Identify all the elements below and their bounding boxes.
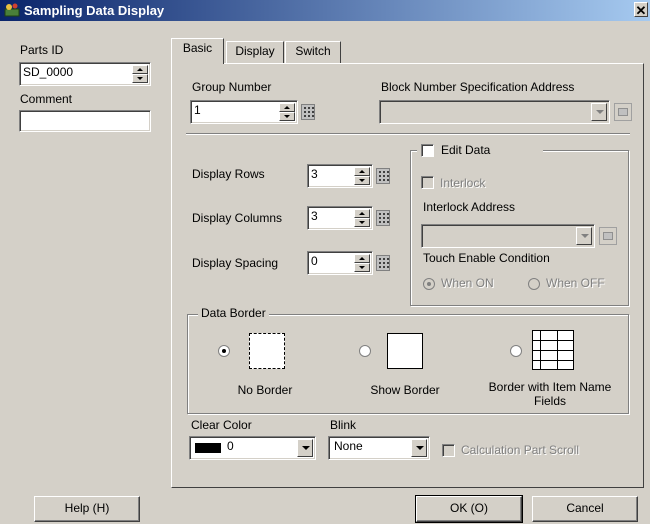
display-spacing-field[interactable]: 0	[307, 251, 373, 275]
help-button[interactable]: Help (H)	[34, 496, 140, 522]
clear-color-label: Clear Color	[191, 418, 252, 432]
item-name-border-preview	[532, 330, 574, 370]
group-number-spinner[interactable]	[279, 103, 295, 121]
group-number-field[interactable]: 1	[190, 100, 298, 124]
app-icon	[4, 3, 20, 17]
spin-down-button[interactable]	[354, 218, 370, 227]
display-columns-spinner[interactable]	[354, 209, 370, 227]
comment-label: Comment	[20, 92, 73, 106]
chevron-down-icon[interactable]	[297, 439, 313, 457]
display-spacing-value: 0	[311, 254, 318, 268]
display-spacing-spinner[interactable]	[354, 254, 370, 272]
keypad-icon[interactable]	[301, 104, 315, 120]
blink-value: None	[334, 439, 363, 453]
display-rows-spinner[interactable]	[354, 167, 370, 185]
keypad-icon[interactable]	[376, 168, 390, 184]
display-rows-value: 3	[311, 167, 318, 181]
touch-condition-label: Touch Enable Condition	[423, 251, 550, 265]
show-border-preview	[387, 333, 423, 369]
blink-label: Blink	[330, 418, 357, 432]
spin-down-button[interactable]	[354, 263, 370, 272]
interlock-checkbox[interactable]	[421, 176, 434, 189]
display-rows-label: Display Rows	[192, 167, 265, 181]
divider	[186, 133, 630, 135]
clear-color-value: 0	[227, 439, 234, 453]
spin-down-button[interactable]	[132, 74, 148, 83]
edit-data-checkbox[interactable]	[421, 144, 434, 157]
spin-down-button[interactable]	[279, 112, 295, 121]
edit-data-label: Edit Data	[441, 143, 491, 157]
window-title: Sampling Data Display	[24, 3, 165, 18]
close-icon[interactable]: ✕	[634, 2, 648, 18]
interlock-address-dropdown[interactable]	[421, 224, 595, 248]
parts-id-field[interactable]: SD_0000	[19, 62, 151, 86]
address-browse-icon[interactable]	[599, 227, 617, 245]
title-bar[interactable]: Sampling Data Display ✕	[0, 0, 650, 21]
display-rows-field[interactable]: 3	[307, 164, 373, 188]
display-columns-value: 3	[311, 209, 318, 223]
blink-dropdown[interactable]: None	[328, 436, 430, 460]
spin-down-button[interactable]	[354, 176, 370, 185]
when-on-label: When ON	[441, 276, 494, 290]
when-off-label: When OFF	[546, 276, 605, 290]
tab-display-label: Display	[235, 44, 275, 58]
color-swatch	[195, 443, 221, 453]
interlock-address-label: Interlock Address	[423, 200, 516, 214]
chevron-down-icon[interactable]	[591, 103, 607, 121]
item-name-border-label: Border with Item Name Fields	[488, 380, 612, 408]
when-off-radio[interactable]	[528, 278, 540, 290]
cancel-button-label: Cancel	[566, 501, 604, 515]
display-columns-field[interactable]: 3	[307, 206, 373, 230]
group-number-value: 1	[194, 103, 201, 117]
parts-id-value: SD_0000	[23, 65, 74, 79]
block-address-dropdown[interactable]	[379, 100, 610, 124]
no-border-radio[interactable]	[218, 345, 230, 357]
clear-color-dropdown[interactable]: 0	[189, 436, 316, 460]
tab-switch-label: Switch	[295, 44, 331, 58]
chevron-down-icon[interactable]	[411, 439, 427, 457]
spin-up-button[interactable]	[132, 65, 148, 74]
item-name-border-radio[interactable]	[510, 345, 522, 357]
interlock-label: Interlock	[440, 176, 486, 190]
tab-basic-label: Basic	[182, 41, 213, 55]
block-address-label: Block Number Specification Address	[381, 80, 575, 94]
spin-up-button[interactable]	[354, 167, 370, 176]
spin-up-button[interactable]	[354, 254, 370, 263]
chevron-down-icon[interactable]	[576, 227, 592, 245]
cancel-button[interactable]: Cancel	[532, 496, 638, 522]
no-border-preview	[249, 333, 285, 369]
tab-display[interactable]: Display	[226, 41, 284, 63]
keypad-icon[interactable]	[376, 210, 390, 226]
comment-field[interactable]	[19, 110, 151, 132]
no-border-label: No Border	[237, 383, 293, 397]
parts-id-spinner[interactable]	[132, 65, 148, 83]
tab-switch[interactable]: Switch	[285, 41, 341, 63]
address-browse-icon[interactable]	[614, 103, 632, 121]
parts-id-label: Parts ID	[20, 43, 64, 57]
display-spacing-label: Display Spacing	[192, 256, 279, 270]
when-on-radio[interactable]	[423, 278, 435, 290]
data-border-label: Data Border	[198, 306, 269, 320]
tab-basic[interactable]: Basic	[171, 38, 224, 64]
calc-scroll-checkbox[interactable]	[442, 444, 455, 457]
display-columns-label: Display Columns	[192, 211, 283, 225]
spin-up-button[interactable]	[354, 209, 370, 218]
spin-up-button[interactable]	[279, 103, 295, 112]
help-button-label: Help (H)	[64, 501, 110, 515]
keypad-icon[interactable]	[376, 255, 390, 271]
ok-button[interactable]: OK (O)	[415, 495, 523, 523]
show-border-label: Show Border	[370, 383, 440, 397]
ok-button-label: OK (O)	[450, 501, 488, 515]
group-number-label: Group Number	[192, 80, 272, 94]
sampling-data-display-dialog: Sampling Data Display ✕ Parts ID SD_0000…	[0, 0, 650, 524]
calc-scroll-label: Calculation Part Scroll	[461, 443, 580, 457]
show-border-radio[interactable]	[359, 345, 371, 357]
